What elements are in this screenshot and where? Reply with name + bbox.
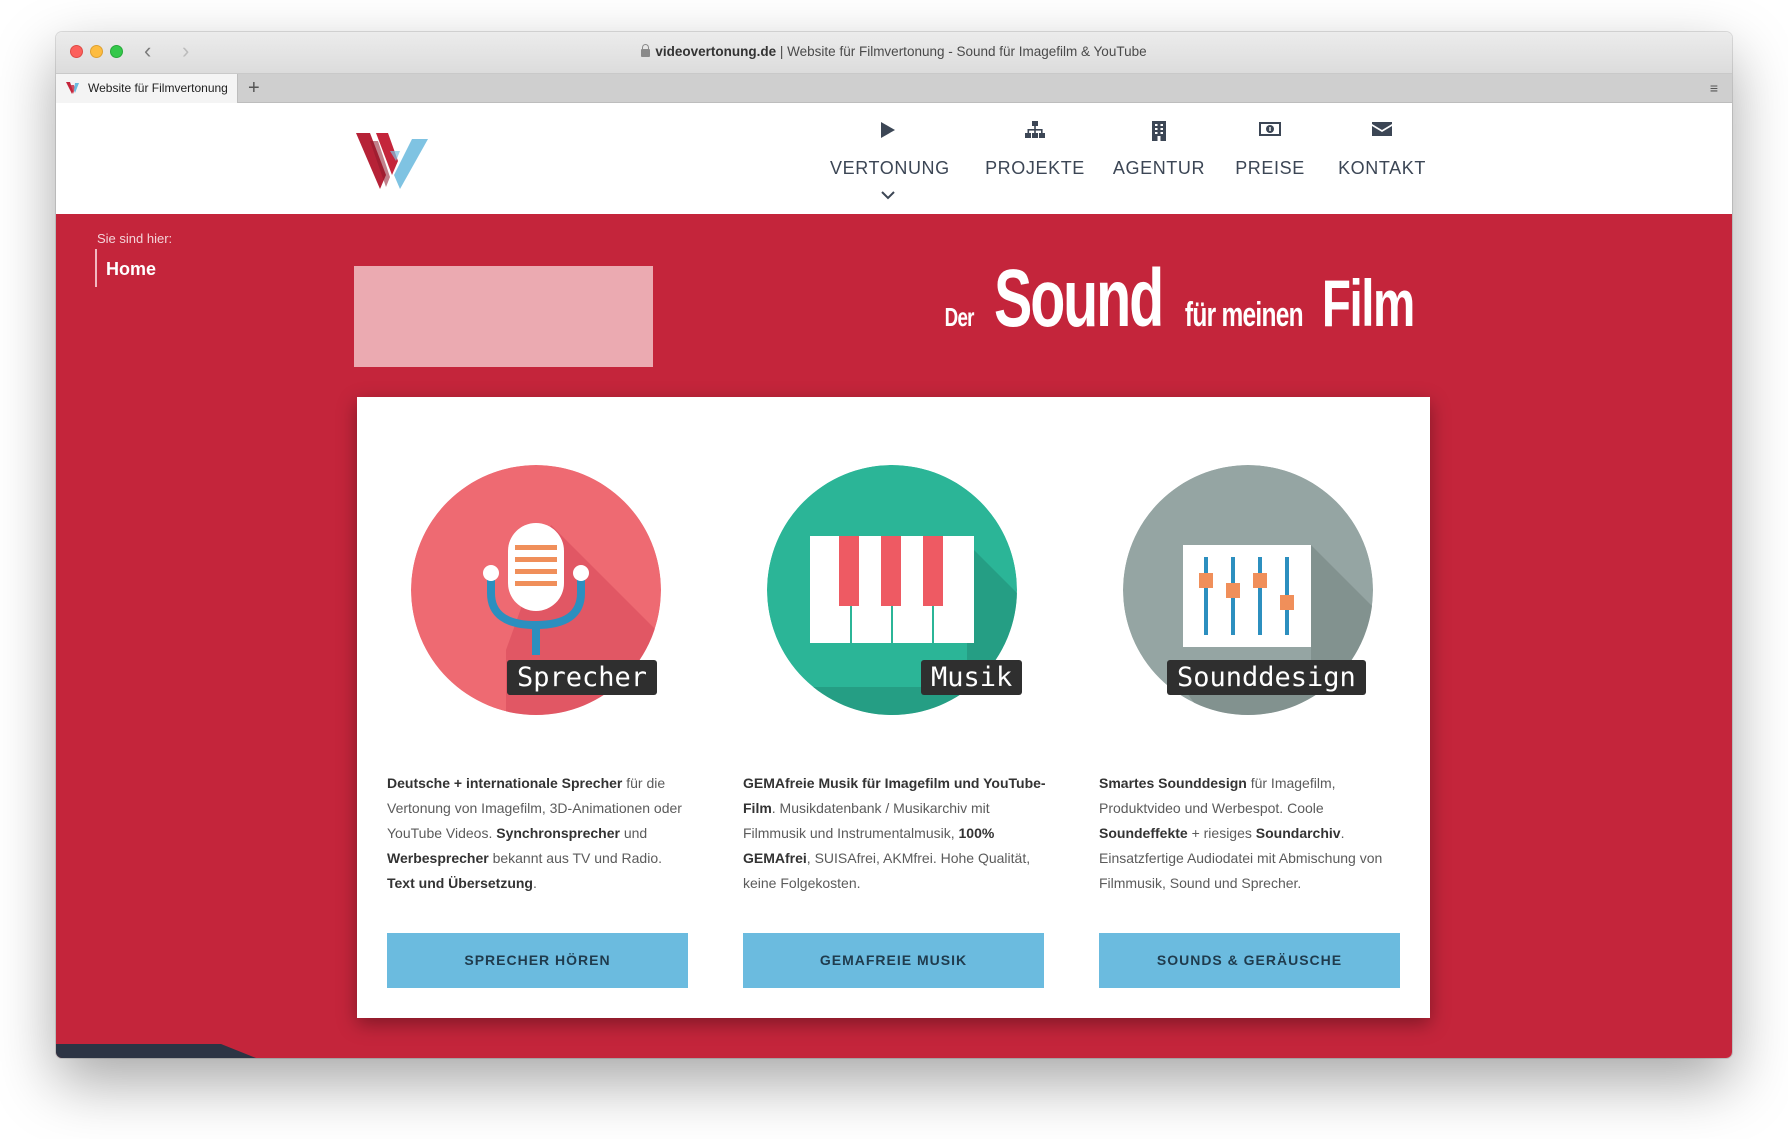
site-header: VERTONUNG PROJEKTE AGENTUR PREISE KONTAK… — [56, 103, 1732, 214]
tab-active[interactable]: Website für Filmvertonung — [56, 74, 238, 103]
description-text: . — [532, 875, 537, 891]
tab-overview-icon[interactable]: ≡ — [1710, 80, 1718, 96]
sprecher-hoeren-button[interactable]: SPRECHER HÖREN — [387, 933, 688, 988]
services-card: Sprecher Deutsche + internationale Sprec… — [357, 397, 1430, 1018]
hero-section: Sie sind hier: Home Der Sound für meinen… — [56, 214, 1732, 1058]
bottom-dark-strip — [56, 1044, 256, 1058]
headline-word: für meinen — [1184, 296, 1304, 334]
title-bar: ‹ › videovertonung.de | Website für Film… — [56, 32, 1732, 74]
lock-icon — [641, 44, 651, 57]
play-icon — [881, 122, 895, 138]
musik-badge: Musik — [921, 660, 1023, 695]
money-icon — [1259, 122, 1281, 136]
nav-label: PROJEKTE — [985, 158, 1085, 178]
breadcrumb-home-link[interactable]: Home — [106, 259, 156, 280]
description-highlight: Smartes Sounddesign — [1099, 775, 1247, 791]
service-sounddesign: Sounddesign Smartes Sounddesign für Imag… — [1099, 397, 1400, 1018]
description-highlight: Synchronsprecher — [496, 825, 620, 841]
description-highlight: Text und Übersetzung — [387, 875, 533, 891]
hero-headline: Der Sound für meinen Film — [939, 252, 1432, 344]
tab-bar: Website für Filmvertonung + ≡ — [56, 74, 1732, 103]
sounddesign-illustration[interactable]: Sounddesign — [1123, 465, 1373, 715]
envelope-icon — [1372, 122, 1392, 136]
sounddesign-badge: Sounddesign — [1167, 660, 1366, 695]
description-text: . Musikdatenbank / Musikarchiv mit Filmm… — [743, 800, 990, 841]
headline-word: Film — [1322, 266, 1415, 340]
nav-label: VERTONUNG — [830, 158, 950, 178]
favicon-icon — [66, 82, 79, 94]
description-highlight: Soundarchiv — [1255, 825, 1341, 841]
description-highlight: Soundeffekte — [1099, 825, 1188, 841]
sprecher-illustration[interactable]: Sprecher — [411, 465, 661, 715]
main-navigation: VERTONUNG PROJEKTE AGENTUR PREISE KONTAK… — [56, 103, 1732, 214]
sprecher-description: Deutsche + internationale Sprecher für d… — [387, 771, 692, 896]
url-title: | Website für Filmvertonung - Sound für … — [776, 44, 1147, 59]
nav-item-agentur[interactable]: AGENTUR — [1110, 103, 1208, 214]
nav-label: KONTAKT — [1338, 158, 1426, 178]
description-text: und — [619, 825, 648, 841]
nav-item-projekte[interactable]: PROJEKTE — [982, 103, 1088, 214]
chevron-down-icon[interactable] — [881, 191, 895, 200]
description-text: bekannt aus TV und Radio. — [488, 850, 662, 866]
description-highlight: Werbesprecher — [387, 850, 489, 866]
headline-word: Der — [944, 302, 974, 332]
nav-label: PREISE — [1235, 158, 1305, 178]
new-tab-icon[interactable]: + — [248, 77, 260, 100]
musik-illustration[interactable]: Musik — [767, 465, 1023, 715]
headline-word: Sound — [993, 253, 1164, 344]
address-bar[interactable]: videovertonung.de | Website für Filmvert… — [56, 44, 1732, 59]
browser-window: ‹ › videovertonung.de | Website für Film… — [56, 32, 1732, 1058]
nav-label: AGENTUR — [1112, 158, 1206, 178]
musik-description: GEMAfreie Musik für Imagefilm und YouTub… — [743, 771, 1048, 896]
building-icon — [1152, 121, 1166, 141]
sitemap-icon — [1025, 121, 1045, 138]
url-domain: videovertonung.de — [655, 44, 777, 59]
service-musik: Musik GEMAfreie Musik für Imagefilm und … — [743, 397, 1046, 1018]
nav-item-kontakt[interactable]: KONTAKT — [1332, 103, 1432, 214]
breadcrumb-label: Sie sind hier: — [97, 231, 173, 246]
sounddesign-description: Smartes Sounddesign für Imagefilm, Produ… — [1099, 771, 1404, 896]
page-content: VERTONUNG PROJEKTE AGENTUR PREISE KONTAK… — [56, 103, 1732, 1058]
sounds-geraeusche-button[interactable]: SOUNDS & GERÄUSCHE — [1099, 933, 1400, 988]
nav-item-vertonung[interactable]: VERTONUNG — [830, 103, 950, 214]
description-text: + riesiges — [1187, 825, 1256, 841]
breadcrumb-divider — [95, 249, 97, 287]
sprecher-badge: Sprecher — [507, 660, 658, 695]
hero-placeholder-box — [354, 266, 653, 367]
service-sprecher: Sprecher Deutsche + internationale Sprec… — [387, 397, 688, 1018]
gemafreie-musik-button[interactable]: GEMAFREIE MUSIK — [743, 933, 1044, 988]
nav-item-preise[interactable]: PREISE — [1230, 103, 1310, 214]
description-highlight: Deutsche + internationale Sprecher — [387, 775, 623, 791]
tab-title: Website für Filmvertonung — [88, 81, 228, 95]
